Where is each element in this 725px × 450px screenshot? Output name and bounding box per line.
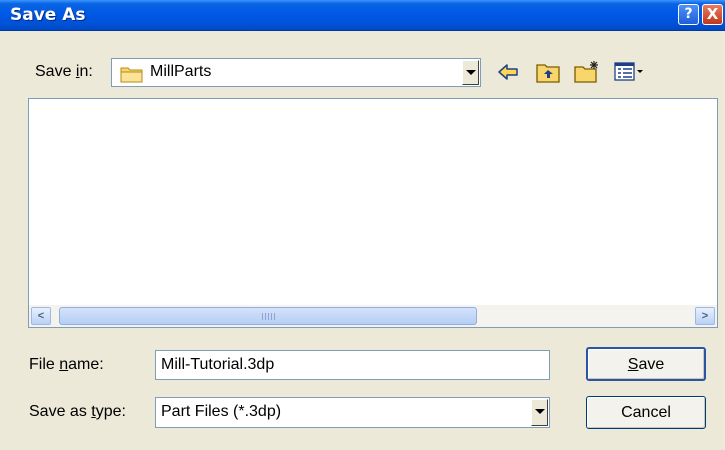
chevron-down-icon xyxy=(535,409,545,414)
help-button[interactable]: ? xyxy=(678,4,699,25)
chevron-right-icon: > xyxy=(701,310,709,322)
close-icon: X xyxy=(706,5,719,23)
file-name-input[interactable]: Mill-Tutorial.3dp xyxy=(155,350,550,380)
folder-icon xyxy=(120,67,143,83)
new-folder-icon[interactable] xyxy=(573,60,601,84)
save-in-dropdown-button[interactable] xyxy=(462,60,479,85)
save-as-type-dropdown[interactable]: Part Files (*.3dp) xyxy=(155,397,550,428)
save-as-type-value: Part Files (*.3dp) xyxy=(161,403,282,420)
horizontal-scrollbar[interactable]: < > xyxy=(29,305,717,327)
save-button[interactable]: Save xyxy=(586,347,706,381)
save-as-dialog: Save As ? X Save in: MillParts < > File … xyxy=(0,0,725,450)
back-arrow-icon[interactable] xyxy=(496,60,520,84)
grip-icon xyxy=(262,313,276,320)
chevron-left-icon: < xyxy=(37,310,45,322)
file-name-label: File name: xyxy=(29,356,104,373)
save-as-type-dropdown-button[interactable] xyxy=(531,399,548,426)
cancel-button[interactable]: Cancel xyxy=(586,396,706,429)
views-menu-icon[interactable] xyxy=(613,60,645,84)
dialog-title: Save As xyxy=(10,5,86,25)
scroll-right-button[interactable]: > xyxy=(695,307,715,325)
save-in-value: MillParts xyxy=(150,63,212,80)
chevron-down-icon xyxy=(466,70,476,75)
up-one-level-icon[interactable] xyxy=(535,60,561,84)
save-in-label: Save in: xyxy=(35,63,93,80)
save-as-type-label: Save as type: xyxy=(29,403,126,420)
file-list[interactable]: < > xyxy=(28,98,718,328)
scrollbar-thumb[interactable] xyxy=(59,307,477,325)
close-button[interactable]: X xyxy=(702,4,723,25)
save-in-dropdown[interactable]: MillParts xyxy=(111,58,481,87)
help-icon: ? xyxy=(684,6,693,22)
title-bar[interactable]: Save As ? X xyxy=(0,0,725,31)
scroll-left-button[interactable]: < xyxy=(31,307,51,325)
